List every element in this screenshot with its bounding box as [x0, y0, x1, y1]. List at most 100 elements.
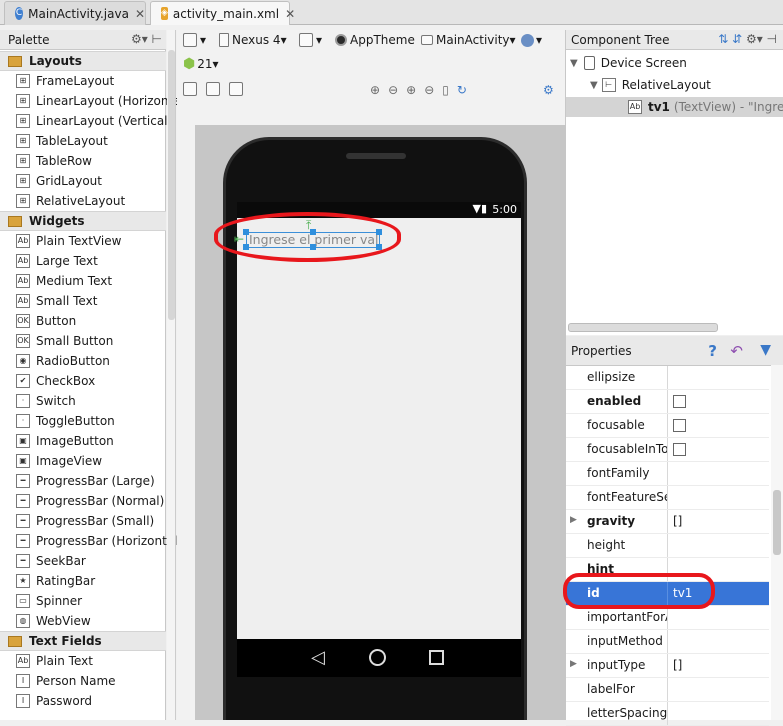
palette-item[interactable]: Ab Small Text [0, 291, 166, 311]
property-row-letterSpacing[interactable]: letterSpacing [566, 702, 769, 726]
resize-icon[interactable] [229, 82, 243, 96]
property-row-focusable[interactable]: focusable [566, 414, 769, 438]
palette-item[interactable]: ━ ProgressBar (Normal) [0, 491, 166, 511]
device-dropdown[interactable]: Nexus 4 ▾ [219, 33, 287, 47]
palette-item[interactable]: ⊞ FrameLayout [0, 71, 166, 91]
property-checkbox[interactable] [673, 443, 686, 456]
property-value[interactable] [667, 366, 769, 389]
palette-item[interactable]: ★ RatingBar [0, 571, 166, 591]
palette-item[interactable]: Ab Medium Text [0, 271, 166, 291]
palette-item[interactable]: Ab Plain Text [0, 651, 166, 671]
palette-item[interactable]: Ab Large Text [0, 251, 166, 271]
tab-activity-main-xml[interactable]: ◈ activity_main.xml ✕ [150, 1, 295, 25]
property-value[interactable] [667, 462, 769, 485]
palette-item[interactable]: ⊞ RelativeLayout [0, 191, 166, 211]
locale-dropdown[interactable]: ▾ [521, 33, 542, 47]
zoom-out-icon[interactable]: ⊖ [424, 83, 434, 97]
property-value[interactable]: [] [667, 654, 769, 677]
property-value[interactable]: [] [667, 510, 769, 533]
activity-dropdown[interactable]: MainActivity ▾ [421, 33, 516, 47]
property-value[interactable] [667, 702, 769, 725]
zoom-actual-icon[interactable]: ⊕ [370, 83, 380, 97]
property-value[interactable] [667, 438, 769, 461]
close-icon[interactable]: ✕ [285, 7, 295, 21]
tree-node-device-screen[interactable]: ▼ Device Screen [570, 53, 687, 73]
properties-scrollbar[interactable] [771, 365, 783, 720]
property-row-ellipsize[interactable]: ellipsize [566, 366, 769, 390]
design-mode-dropdown[interactable]: ▾ [183, 33, 206, 47]
palette-category[interactable]: Widgets [0, 211, 166, 231]
close-icon[interactable]: ✕ [135, 7, 145, 21]
palette-item[interactable]: ⊞ TableLayout [0, 131, 166, 151]
palette-item[interactable]: · ToggleButton [0, 411, 166, 431]
orientation-dropdown[interactable]: ▾ [299, 33, 322, 47]
palette-item[interactable]: ◉ RadioButton [0, 351, 166, 371]
property-value[interactable] [667, 414, 769, 437]
property-row-focusableInTouchMode[interactable]: focusableInTouchMode [566, 438, 769, 462]
expand-arrow-icon[interactable]: ▼ [590, 80, 598, 91]
tree-horizontal-scrollbar[interactable] [568, 323, 718, 332]
palette-item[interactable]: I Password [0, 691, 166, 711]
undo-icon[interactable]: ↶ [730, 342, 743, 360]
theme-dropdown[interactable]: AppTheme [335, 33, 415, 47]
palette-item[interactable]: I Person Name [0, 671, 166, 691]
device-screen[interactable] [237, 218, 521, 650]
palette-item[interactable]: ━ ProgressBar (Small) [0, 511, 166, 531]
settings-icon[interactable]: ⚙ [543, 83, 554, 97]
property-value[interactable] [667, 606, 769, 629]
property-row-fontFeatureSettings[interactable]: fontFeatureSettings [566, 486, 769, 510]
property-value[interactable] [667, 390, 769, 413]
property-row-inputMethod[interactable]: inputMethod [566, 630, 769, 654]
tree-node-tv1[interactable]: Ab tv1 (TextView) - "Ingrese [566, 97, 783, 117]
palette-item[interactable]: ⊞ LinearLayout (Horizontal) [0, 91, 189, 111]
property-row-height[interactable]: height [566, 534, 769, 558]
tab-main-activity-java[interactable]: C MainActivity.java ✕ [4, 1, 146, 25]
tree-tools-icon[interactable]: ⇅ ⇵ ⚙▾ ⊣ [718, 32, 777, 46]
palette-item[interactable]: ━ ProgressBar (Large) [0, 471, 166, 491]
palette-item[interactable]: ⊞ GridLayout [0, 171, 166, 191]
palette-item[interactable]: ◍ WebView [0, 611, 166, 631]
property-row-fontFamily[interactable]: fontFamily [566, 462, 769, 486]
palette-item[interactable]: ⊞ LinearLayout (Vertical) [0, 111, 172, 131]
property-value[interactable] [667, 486, 769, 509]
property-row-inputType[interactable]: ▶ inputType [] [566, 654, 769, 678]
property-value[interactable] [667, 630, 769, 653]
palette-item[interactable]: ━ SeekBar [0, 551, 166, 571]
screenshot-icon[interactable]: ▯ [442, 83, 449, 97]
expand-arrow-icon[interactable]: ▶ [570, 515, 577, 525]
palette-item[interactable]: OK Small Button [0, 331, 166, 351]
palette-item[interactable]: ▭ Spinner [0, 591, 166, 611]
api-level-dropdown[interactable]: ⬢ 21 ▾ [183, 56, 219, 72]
expand-horizontal-icon[interactable] [183, 82, 197, 96]
palette-item[interactable]: OK Button [0, 311, 166, 331]
zoom-fit-icon[interactable]: ⊖ [388, 83, 398, 97]
palette-settings-icon[interactable]: ⚙▾ ⊢ [131, 32, 162, 46]
palette-category[interactable]: Text Fields [0, 631, 166, 651]
property-row-labelFor[interactable]: labelFor [566, 678, 769, 702]
zoom-in-icon[interactable]: ⊕ [406, 83, 416, 97]
palette-item[interactable]: Ab Plain TextView [0, 231, 166, 251]
property-value[interactable] [667, 678, 769, 701]
help-icon[interactable]: ? [708, 342, 717, 360]
property-checkbox[interactable] [673, 419, 686, 432]
palette-item[interactable]: ▣ ImageButton [0, 431, 166, 451]
palette-item[interactable]: ━ ProgressBar (Horizontal) [0, 531, 182, 551]
property-row-enabled[interactable]: enabled [566, 390, 769, 414]
property-value[interactable] [667, 534, 769, 557]
refresh-icon[interactable]: ↻ [457, 83, 467, 97]
palette-scrollbar[interactable] [167, 30, 176, 720]
property-checkbox[interactable] [673, 395, 686, 408]
property-row-gravity[interactable]: ▶ gravity [] [566, 510, 769, 534]
property-name: inputMethod [587, 634, 663, 648]
palette-item[interactable]: ▣ ImageView [0, 451, 166, 471]
palette-category[interactable]: Layouts [0, 51, 166, 71]
palette-item[interactable]: ⊞ TableRow [0, 151, 166, 171]
expand-arrow-icon[interactable]: ▼ [570, 58, 578, 69]
palette-item[interactable]: · Switch [0, 391, 166, 411]
filter-icon[interactable]: ▼ [760, 342, 771, 358]
property-row-importantForAccessibility[interactable]: importantForAccessibility [566, 606, 769, 630]
palette-item[interactable]: ✔ CheckBox [0, 371, 166, 391]
expand-arrow-icon[interactable]: ▶ [570, 659, 577, 669]
tree-node-relativelayout[interactable]: ▼ ⊢ RelativeLayout [590, 75, 711, 95]
expand-vertical-icon[interactable] [206, 82, 220, 96]
